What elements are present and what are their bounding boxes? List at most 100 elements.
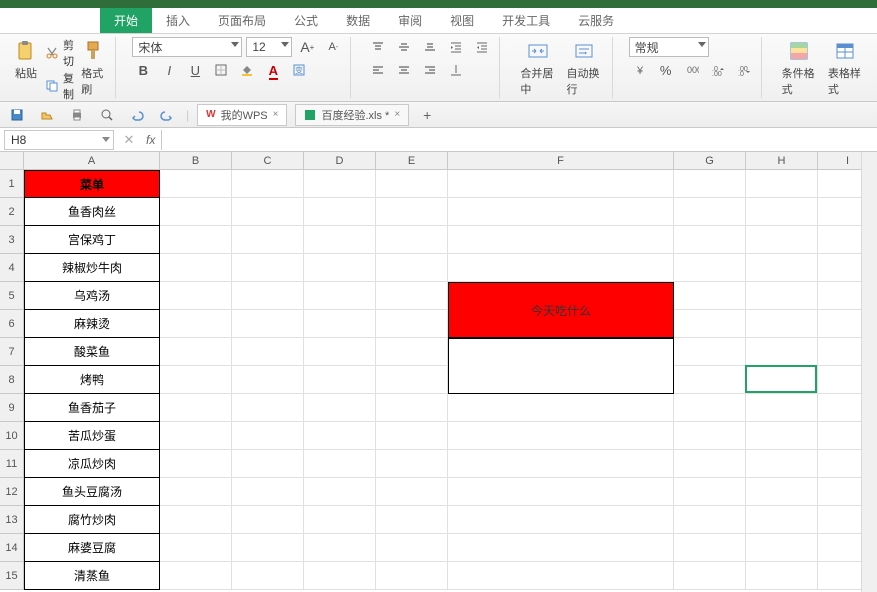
cell[interactable] [746,254,818,282]
cell[interactable] [304,506,376,534]
cell[interactable]: 凉瓜炒肉 [24,450,160,478]
cell[interactable] [304,170,376,198]
increase-decimal-button[interactable]: .0.00 [707,60,729,80]
cell[interactable] [448,562,674,590]
font-name-combo[interactable]: 宋体 [132,37,242,57]
merge-center-button[interactable]: 合并居中 [516,37,559,99]
align-center-button[interactable] [393,60,415,80]
cell[interactable]: 鱼香茄子 [24,394,160,422]
cell[interactable] [674,310,746,338]
cell[interactable] [674,366,746,394]
cell[interactable]: 乌鸡汤 [24,282,160,310]
increase-indent-button[interactable] [471,37,493,57]
cell[interactable]: 鱼香肉丝 [24,198,160,226]
cell[interactable] [448,170,674,198]
bold-button[interactable]: B [132,60,154,80]
cell[interactable] [746,226,818,254]
cell[interactable] [376,366,448,394]
font-size-combo[interactable]: 12 [246,37,292,57]
col-header-C[interactable]: C [232,152,304,170]
cell[interactable] [160,394,232,422]
cell[interactable] [304,254,376,282]
col-header-B[interactable]: B [160,152,232,170]
cell[interactable] [448,394,674,422]
menu-tab-2[interactable]: 页面布局 [204,8,280,33]
phonetic-button[interactable]: 变 [288,60,310,80]
cell[interactable] [232,534,304,562]
cell[interactable] [376,450,448,478]
row-header-1[interactable]: 1 [0,170,24,198]
cell[interactable] [160,366,232,394]
cell[interactable] [376,422,448,450]
align-top-button[interactable] [367,37,389,57]
cell[interactable] [746,506,818,534]
cell[interactable] [160,226,232,254]
cell[interactable] [376,254,448,282]
cell[interactable] [674,198,746,226]
cell[interactable]: 苦瓜炒蛋 [24,422,160,450]
select-all-corner[interactable] [0,152,24,170]
italic-button[interactable]: I [158,60,180,80]
decrease-indent-button[interactable] [445,37,467,57]
cell[interactable] [160,198,232,226]
col-header-G[interactable]: G [674,152,746,170]
cell[interactable] [376,478,448,506]
row-header-13[interactable]: 13 [0,506,24,534]
cell[interactable] [674,338,746,366]
cell[interactable] [160,310,232,338]
wrap-text-button[interactable]: 自动换行 [563,37,606,99]
cell[interactable] [376,198,448,226]
align-bottom-button[interactable] [419,37,441,57]
vertical-scrollbar[interactable] [861,152,877,592]
cell[interactable] [674,226,746,254]
cell[interactable]: 宫保鸡丁 [24,226,160,254]
cell[interactable]: 辣椒炒牛肉 [24,254,160,282]
cell[interactable] [746,198,818,226]
row-header-2[interactable]: 2 [0,198,24,226]
cell[interactable] [674,254,746,282]
cell[interactable] [674,534,746,562]
number-format-combo[interactable]: 常规 [629,37,709,57]
col-header-H[interactable]: H [746,152,818,170]
align-right-button[interactable] [419,60,441,80]
cell[interactable] [448,254,674,282]
cell[interactable] [232,562,304,590]
cell[interactable]: 鱼头豆腐汤 [24,478,160,506]
col-header-A[interactable]: A [24,152,160,170]
cell[interactable] [304,394,376,422]
cell[interactable] [160,450,232,478]
undo-button[interactable] [126,105,148,125]
cell[interactable] [746,366,818,394]
cell[interactable]: 烤鸭 [24,366,160,394]
cell[interactable] [160,562,232,590]
cell[interactable] [674,506,746,534]
cell[interactable] [232,506,304,534]
cell[interactable] [304,226,376,254]
cell[interactable]: 麻婆豆腐 [24,534,160,562]
cell[interactable] [448,226,674,254]
row-header-8[interactable]: 8 [0,366,24,394]
cell[interactable]: 麻辣烫 [24,310,160,338]
row-header-9[interactable]: 9 [0,394,24,422]
cell[interactable] [746,310,818,338]
conditional-format-button[interactable]: 条件格式 [778,37,821,99]
cell[interactable] [674,282,746,310]
copy-button[interactable]: 复制 [45,70,74,102]
cell[interactable] [304,562,376,590]
cell[interactable] [448,506,674,534]
cell[interactable] [674,170,746,198]
border-button[interactable] [210,60,232,80]
cell[interactable] [160,506,232,534]
menu-tab-8[interactable]: 云服务 [564,8,628,33]
cell[interactable] [746,450,818,478]
comma-button[interactable]: 000 [681,60,703,80]
cell[interactable] [746,534,818,562]
cell[interactable] [746,170,818,198]
cell[interactable] [160,254,232,282]
cell[interactable] [674,450,746,478]
cell[interactable] [674,422,746,450]
save-button[interactable] [6,105,28,125]
cell[interactable] [232,450,304,478]
cell[interactable]: 腐竹炒肉 [24,506,160,534]
font-color-button[interactable]: A [262,60,284,80]
